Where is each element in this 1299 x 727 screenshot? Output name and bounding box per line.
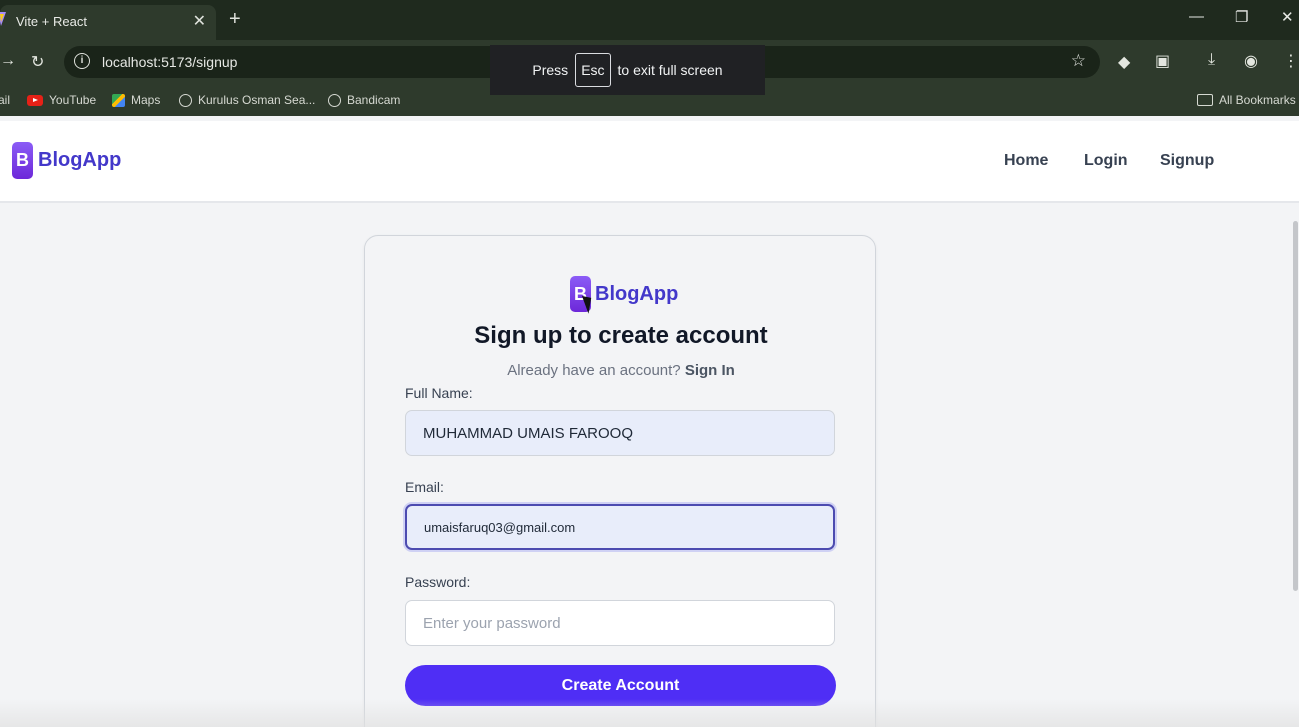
fullname-label: Full Name: bbox=[405, 385, 473, 401]
bookmark-label: ail bbox=[0, 93, 11, 107]
logo-text: BlogApp bbox=[38, 149, 122, 171]
signin-link[interactable]: Sign In bbox=[685, 362, 735, 379]
site-navbar: B BlogApp Home Login Signup bbox=[0, 121, 1299, 203]
bookmark-label: YouTube bbox=[49, 93, 97, 107]
bookmark-label: Bandicam bbox=[347, 93, 401, 107]
globe-icon bbox=[179, 93, 192, 107]
extension-icon[interactable]: ◆ bbox=[1118, 52, 1130, 72]
extensions-puzzle-icon[interactable]: ▣ bbox=[1155, 51, 1170, 71]
bookmark-label: Maps bbox=[131, 93, 161, 107]
password-label: Password: bbox=[405, 574, 471, 590]
signup-title: Sign up to create account bbox=[474, 322, 768, 349]
email-input[interactable]: umaisfaruq03@gmail.com bbox=[405, 504, 835, 550]
all-bookmarks-label: All Bookmarks bbox=[1219, 93, 1296, 107]
scrollbar-thumb[interactable] bbox=[1293, 221, 1298, 591]
reload-icon[interactable]: ↻ bbox=[31, 52, 44, 72]
toast-press-text: Press bbox=[532, 62, 569, 78]
site-info-icon[interactable]: i bbox=[74, 53, 90, 69]
bookmark-label: Kurulus Osman Sea... bbox=[198, 93, 316, 107]
page-scrollbar[interactable] bbox=[1291, 203, 1299, 727]
forward-icon[interactable]: → bbox=[0, 52, 16, 70]
bookmark-bandicam[interactable]: Bandicam bbox=[328, 93, 400, 107]
bookmark-star-icon[interactable]: ☆ bbox=[1071, 51, 1086, 71]
nav-signup-link[interactable]: Signup bbox=[1160, 152, 1214, 170]
profile-avatar-icon[interactable]: ◉ bbox=[1244, 51, 1258, 71]
globe-icon bbox=[328, 93, 341, 107]
signup-card: B BlogApp Sign up to create account Alre… bbox=[364, 235, 876, 727]
vite-favicon-icon bbox=[0, 12, 6, 26]
browser-tab-bar: Vite + React ✕ + — ❐ ✕ bbox=[0, 0, 1299, 40]
signin-prompt: Already have an account? Sign In bbox=[365, 362, 877, 379]
browser-tab[interactable]: Vite + React ✕ bbox=[0, 5, 216, 40]
bottom-fade bbox=[0, 699, 1299, 727]
fullname-input[interactable]: MUHAMMAD UMAIS FAROOQ bbox=[405, 410, 835, 456]
logo-text: BlogApp bbox=[595, 282, 679, 305]
maps-icon bbox=[112, 93, 125, 107]
bookmark-mail[interactable]: ail bbox=[0, 93, 10, 107]
download-icon[interactable]: ⤓ bbox=[1208, 51, 1215, 69]
bookmark-youtube[interactable]: YouTube bbox=[27, 93, 96, 107]
bookmark-maps[interactable]: Maps bbox=[112, 93, 160, 107]
signin-prompt-text: Already have an account? bbox=[507, 362, 681, 379]
toast-message: to exit full screen bbox=[617, 62, 723, 78]
logo-badge-icon: B bbox=[12, 142, 33, 179]
bookmark-kurulus[interactable]: Kurulus Osman Sea... bbox=[179, 93, 315, 107]
window-close-icon[interactable]: ✕ bbox=[1281, 8, 1294, 26]
nav-login-link[interactable]: Login bbox=[1084, 152, 1128, 170]
folder-icon bbox=[1197, 94, 1213, 106]
site-logo[interactable]: B BlogApp bbox=[12, 142, 121, 179]
tab-title: Vite + React bbox=[16, 14, 87, 29]
email-label: Email: bbox=[405, 479, 444, 495]
password-input[interactable]: Enter your password bbox=[405, 600, 835, 646]
tab-close-icon[interactable]: ✕ bbox=[193, 11, 206, 31]
url-text[interactable]: localhost:5173/signup bbox=[102, 54, 237, 70]
menu-kebab-icon[interactable]: ⋮ bbox=[1283, 51, 1299, 71]
fullscreen-toast: Press Esc to exit full screen bbox=[490, 45, 765, 95]
minimize-icon[interactable]: — bbox=[1189, 8, 1204, 25]
page-content: B BlogApp Home Login Signup B BlogApp Si… bbox=[0, 121, 1299, 727]
esc-key-badge: Esc bbox=[575, 53, 611, 87]
new-tab-icon[interactable]: + bbox=[229, 8, 241, 31]
restore-icon[interactable]: ❐ bbox=[1235, 8, 1248, 26]
all-bookmarks[interactable]: All Bookmarks bbox=[1197, 93, 1296, 107]
nav-home-link[interactable]: Home bbox=[1004, 152, 1048, 170]
youtube-icon bbox=[27, 94, 43, 106]
